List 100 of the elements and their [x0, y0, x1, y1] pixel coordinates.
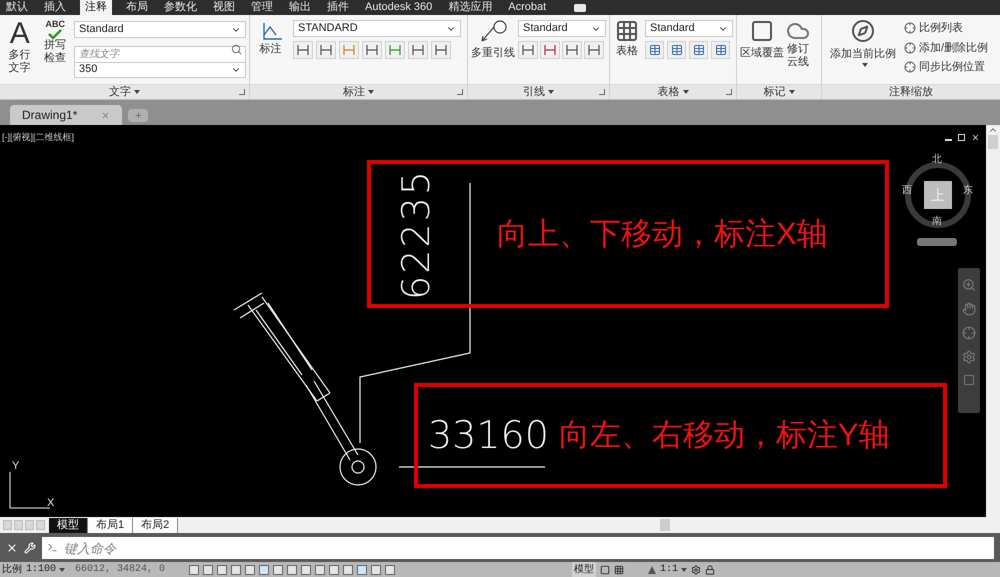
scale-menu-button[interactable]: 添加/删除比例	[904, 40, 988, 56]
revision-cloud-button[interactable]: 修订 云线	[786, 19, 810, 84]
layout-tab[interactable]: 布局2	[133, 518, 178, 532]
leader-tool-button[interactable]	[518, 41, 538, 59]
dimension-symbol-icon	[366, 45, 378, 55]
table-icon	[670, 44, 682, 56]
ribbon-tab[interactable]: 默认	[4, 0, 30, 15]
layout-tab[interactable]: 布局1	[88, 518, 134, 532]
panel-launcher-icon[interactable]	[599, 89, 605, 95]
compass-label[interactable]: 西	[902, 183, 912, 198]
model-space-button[interactable]: 模型	[572, 562, 596, 577]
table-tool-button[interactable]	[667, 41, 686, 59]
drafting-toggle-icon[interactable]	[231, 564, 242, 574]
layout-grid-icon[interactable]	[614, 564, 624, 574]
layout-tab[interactable]: 模型	[49, 518, 88, 532]
annotation-text: 向上、下移动，标注X轴	[497, 214, 828, 253]
dimension-symbol-icon	[566, 45, 578, 55]
settings-icon[interactable]	[691, 564, 702, 574]
ribbon-tab[interactable]: 视图	[211, 0, 237, 15]
scale-dropdown[interactable]: 1:100	[26, 562, 66, 577]
dimension-tool-button[interactable]	[431, 41, 451, 59]
ribbon-tab[interactable]: Acrobat	[506, 0, 548, 15]
dimension-tool-button[interactable]	[293, 41, 313, 59]
multiline-text-button[interactable]: A 多行 文字	[3, 19, 36, 84]
annotation-scale-icon[interactable]	[648, 566, 656, 574]
dimension-style-dropdown[interactable]: STANDARD	[293, 20, 461, 37]
text-style-dropdown[interactable]: Standard	[74, 21, 246, 38]
compass-label[interactable]: 北	[932, 152, 942, 167]
leader-style-dropdown[interactable]: Standard	[518, 20, 606, 37]
wrench-icon[interactable]	[24, 542, 36, 554]
drafting-toggle-icon[interactable]	[203, 564, 214, 574]
dimension-tool-button[interactable]	[362, 41, 382, 59]
drafting-toggle-icon[interactable]	[315, 564, 326, 574]
panel-launcher-icon[interactable]	[457, 89, 463, 95]
viewport-label[interactable]: [-][俯视][二维线框]	[2, 131, 74, 144]
drafting-toggle-icon[interactable]	[273, 564, 284, 574]
drafting-toggle-icon[interactable]	[357, 564, 368, 574]
table-tool-button[interactable]	[689, 41, 708, 59]
viewport-icon[interactable]	[600, 564, 610, 574]
spell-check-button[interactable]: ABC 拼写 检查	[40, 19, 70, 84]
drafting-toggle-icon[interactable]	[301, 564, 312, 574]
dimension-tool-button[interactable]	[408, 41, 428, 59]
compass-label[interactable]: 东	[963, 183, 973, 198]
leader-tool-button[interactable]	[562, 41, 582, 59]
table-tool-button[interactable]	[711, 41, 730, 59]
ribbon-tab[interactable]: 插入	[42, 0, 68, 15]
annotation-scale-dropdown[interactable]: 1:1	[660, 562, 688, 577]
ribbon-tab[interactable]: 插件	[325, 0, 351, 15]
panel-launcher-icon[interactable]	[726, 89, 732, 95]
table-button[interactable]: 表格	[613, 19, 641, 84]
coordinate-system-menu[interactable]	[917, 238, 957, 246]
close-icon[interactable]	[6, 542, 18, 554]
scale-menu-button[interactable]: 比例列表	[904, 20, 988, 36]
scale-menu-button[interactable]: 同步比例位置	[904, 59, 988, 76]
lock-icon[interactable]	[705, 564, 716, 574]
ribbon-tab[interactable]: Autodesk 360	[363, 0, 434, 15]
leader-tool-button[interactable]	[540, 41, 560, 59]
dimension-button[interactable]: 标注	[256, 19, 285, 84]
ribbon-tab[interactable]: 参数化	[162, 0, 199, 15]
scroll-thumb[interactable]	[988, 135, 998, 149]
drafting-toggle-icon[interactable]	[343, 564, 354, 574]
ribbon-tab[interactable]: 输出	[287, 0, 313, 15]
drafting-toggle-icon[interactable]	[371, 564, 382, 574]
panel-title[interactable]: 文字	[109, 84, 140, 100]
panel-launcher-icon[interactable]	[239, 89, 245, 95]
panel-title[interactable]: 标注	[343, 84, 374, 100]
document-tab[interactable]: Drawing1*	[10, 105, 122, 125]
large-letter-icon: A	[10, 19, 30, 49]
command-input-field[interactable]: 键入命令	[42, 537, 994, 559]
prompt-icon[interactable]	[47, 542, 58, 552]
dimension-symbol-icon	[435, 45, 447, 55]
compass-label[interactable]: 南	[932, 214, 942, 229]
pan-hand-icon[interactable]	[962, 302, 976, 316]
ribbon-tab[interactable]: 布局	[124, 0, 150, 15]
drafting-toggle-icon[interactable]	[259, 564, 270, 574]
find-text-field[interactable]: 查找文字	[74, 46, 246, 63]
leader-tool-button[interactable]	[584, 41, 604, 59]
ribbon-tab[interactable]: 管理	[249, 0, 275, 15]
add-current-scale-button[interactable]: 添加当前比例	[830, 19, 896, 84]
drafting-toggle-icon[interactable]	[287, 564, 298, 574]
minimize-icon[interactable]	[945, 138, 952, 140]
vertical-scrollbar[interactable]	[986, 125, 1000, 517]
restore-icon[interactable]	[958, 134, 965, 141]
dimension-symbol-icon	[522, 45, 534, 55]
multileader-button[interactable]: 多重引线	[471, 19, 515, 84]
dimension-tool-button[interactable]	[316, 41, 336, 59]
drafting-toggle-icon[interactable]	[245, 564, 256, 574]
dimension-tool-button[interactable]	[385, 41, 405, 59]
drafting-toggle-icon[interactable]	[217, 564, 228, 574]
drafting-toggle-icon[interactable]	[385, 564, 396, 574]
dimension-symbol-icon	[297, 45, 309, 55]
ribbon-tab[interactable]: 精选应用	[446, 0, 494, 15]
ribbon-tab[interactable]: 注释	[80, 0, 112, 15]
search-icon[interactable]	[231, 44, 242, 55]
wipeout-button[interactable]: 区域覆盖	[740, 19, 784, 84]
drafting-toggle-icon[interactable]	[189, 564, 200, 574]
table-style-dropdown[interactable]: Standard	[645, 20, 733, 37]
table-tool-button[interactable]	[645, 41, 664, 59]
scroll-thumb[interactable]	[660, 519, 670, 531]
drafting-toggle-icon[interactable]	[329, 564, 340, 574]
